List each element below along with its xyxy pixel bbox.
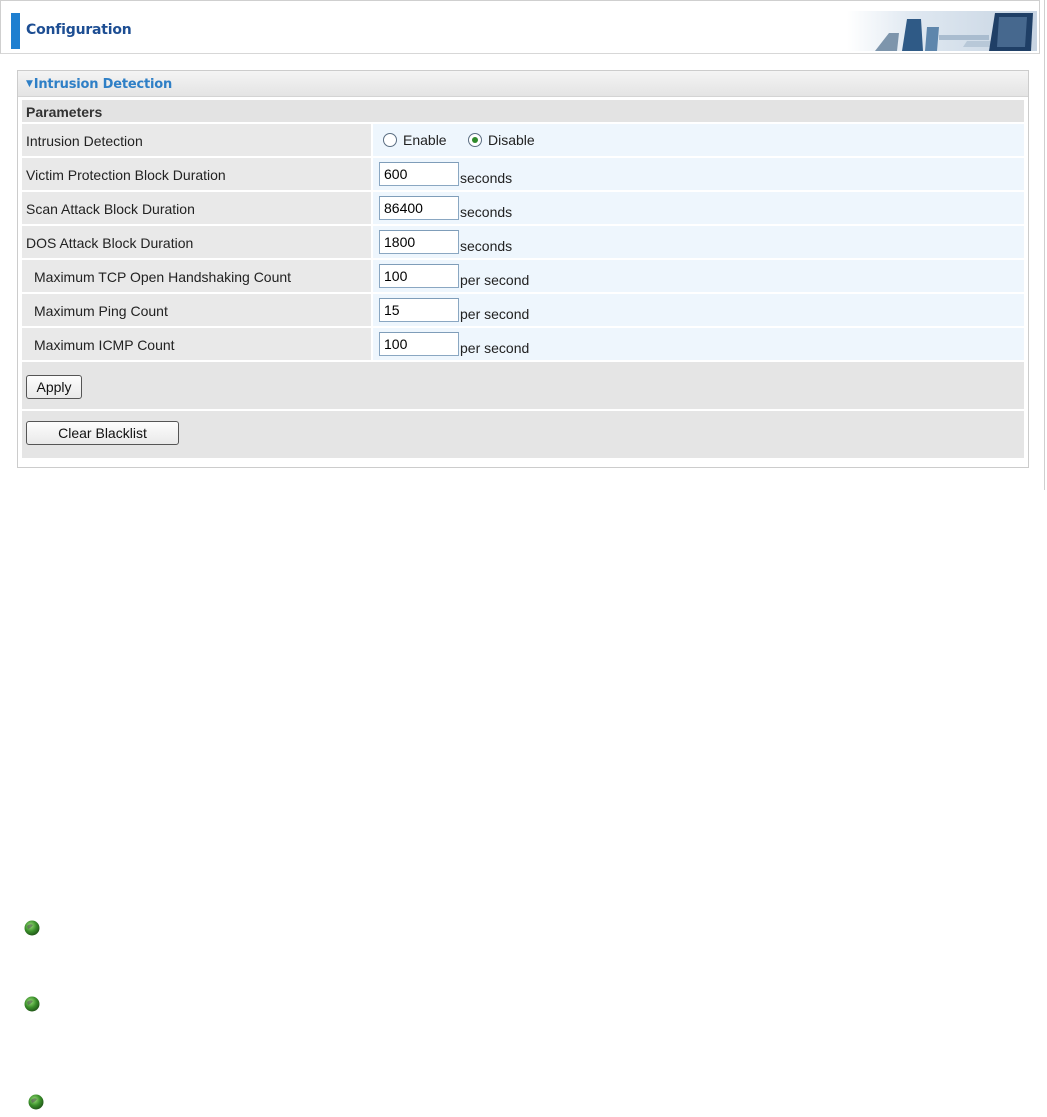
intrusion-detection-label: Intrusion Detection [26, 133, 143, 149]
intrusion-detection-panel: ▼Intrusion Detection Parameters Intrusio… [17, 70, 1029, 468]
unit-label: per second [460, 272, 530, 288]
enable-radio[interactable] [383, 133, 397, 147]
apply-row: Apply [22, 362, 1024, 409]
maximum-ping-count-input[interactable] [379, 298, 459, 322]
label-cell: Maximum ICMP Count [22, 328, 371, 360]
row-maximum-ping-count: Maximum Ping Count per second [22, 294, 1024, 326]
scrollbar-edge [1044, 0, 1045, 490]
label-cell: Intrusion Detection [22, 124, 371, 156]
value-cell: per second [373, 328, 1024, 360]
row-maximum-tcp-open-handshaking-count: Maximum TCP Open Handshaking Count per s… [22, 260, 1024, 292]
victim-protection-block-duration-input[interactable] [379, 162, 459, 186]
field-label: Maximum TCP Open Handshaking Count [34, 269, 292, 285]
disable-radio[interactable] [468, 133, 482, 147]
row-scan-attack-block-duration: Scan Attack Block Duration seconds [22, 192, 1024, 224]
maximum-icmp-count-input[interactable] [379, 332, 459, 356]
field-label: Maximum ICMP Count [34, 337, 175, 353]
header-accent-bar [11, 13, 20, 49]
label-cell: Scan Attack Block Duration [22, 192, 371, 224]
enable-label: Enable [403, 132, 447, 148]
unit-label: seconds [460, 204, 513, 220]
page-title: Configuration [26, 22, 132, 38]
office-desk-banner-icon [847, 11, 1037, 51]
field-label: Scan Attack Block Duration [26, 201, 195, 217]
value-cell: seconds [373, 158, 1024, 190]
clear-blacklist-row: Clear Blacklist [22, 411, 1024, 458]
apply-button[interactable]: Apply [26, 375, 82, 399]
maximum-tcp-open-handshaking-count-input[interactable] [379, 264, 459, 288]
disable-label: Disable [488, 132, 535, 148]
field-label: Maximum Ping Count [34, 303, 168, 319]
green-globe-bullet-icon [24, 920, 40, 936]
panel-title-label: Intrusion Detection [33, 77, 173, 92]
unit-label: seconds [460, 238, 513, 254]
label-cell: Victim Protection Block Duration [22, 158, 371, 190]
field-label: DOS Attack Block Duration [26, 235, 194, 251]
row-maximum-icmp-count: Maximum ICMP Count per second [22, 328, 1024, 360]
row-dos-attack-block-duration: DOS Attack Block Duration seconds [22, 226, 1024, 258]
section-label: Parameters [26, 104, 103, 120]
panel-title-bar[interactable]: ▼Intrusion Detection [18, 71, 1028, 97]
triangle-down-icon: ▼ [26, 79, 33, 89]
section-header: Parameters [22, 100, 1024, 122]
dos-attack-block-duration-input[interactable] [379, 230, 459, 254]
parameters-table: Parameters Intrusion Detection Enable Di… [22, 100, 1024, 460]
row-intrusion-detection: Intrusion Detection Enable Disable [22, 124, 1024, 156]
unit-label: per second [460, 340, 530, 356]
value-cell: per second [373, 260, 1024, 292]
value-cell: seconds [373, 226, 1024, 258]
disable-radio-option[interactable]: Disable [468, 132, 535, 148]
label-cell: Maximum Ping Count [22, 294, 371, 326]
scan-attack-block-duration-input[interactable] [379, 196, 459, 220]
row-victim-protection-block-duration: Victim Protection Block Duration seconds [22, 158, 1024, 190]
page-header: Configuration [0, 0, 1040, 54]
unit-label: seconds [460, 170, 513, 186]
clear-blacklist-button[interactable]: Clear Blacklist [26, 421, 179, 445]
label-cell: DOS Attack Block Duration [22, 226, 371, 258]
enable-radio-option[interactable]: Enable [383, 132, 447, 148]
field-label: Victim Protection Block Duration [26, 167, 226, 183]
unit-label: per second [460, 306, 530, 322]
value-cell: seconds [373, 192, 1024, 224]
value-cell: per second [373, 294, 1024, 326]
value-cell: Enable Disable [373, 124, 1024, 156]
panel-title[interactable]: ▼Intrusion Detection [26, 77, 172, 92]
label-cell: Maximum TCP Open Handshaking Count [22, 260, 371, 292]
green-globe-bullet-icon [24, 996, 40, 1012]
green-globe-bullet-icon [28, 1094, 44, 1110]
